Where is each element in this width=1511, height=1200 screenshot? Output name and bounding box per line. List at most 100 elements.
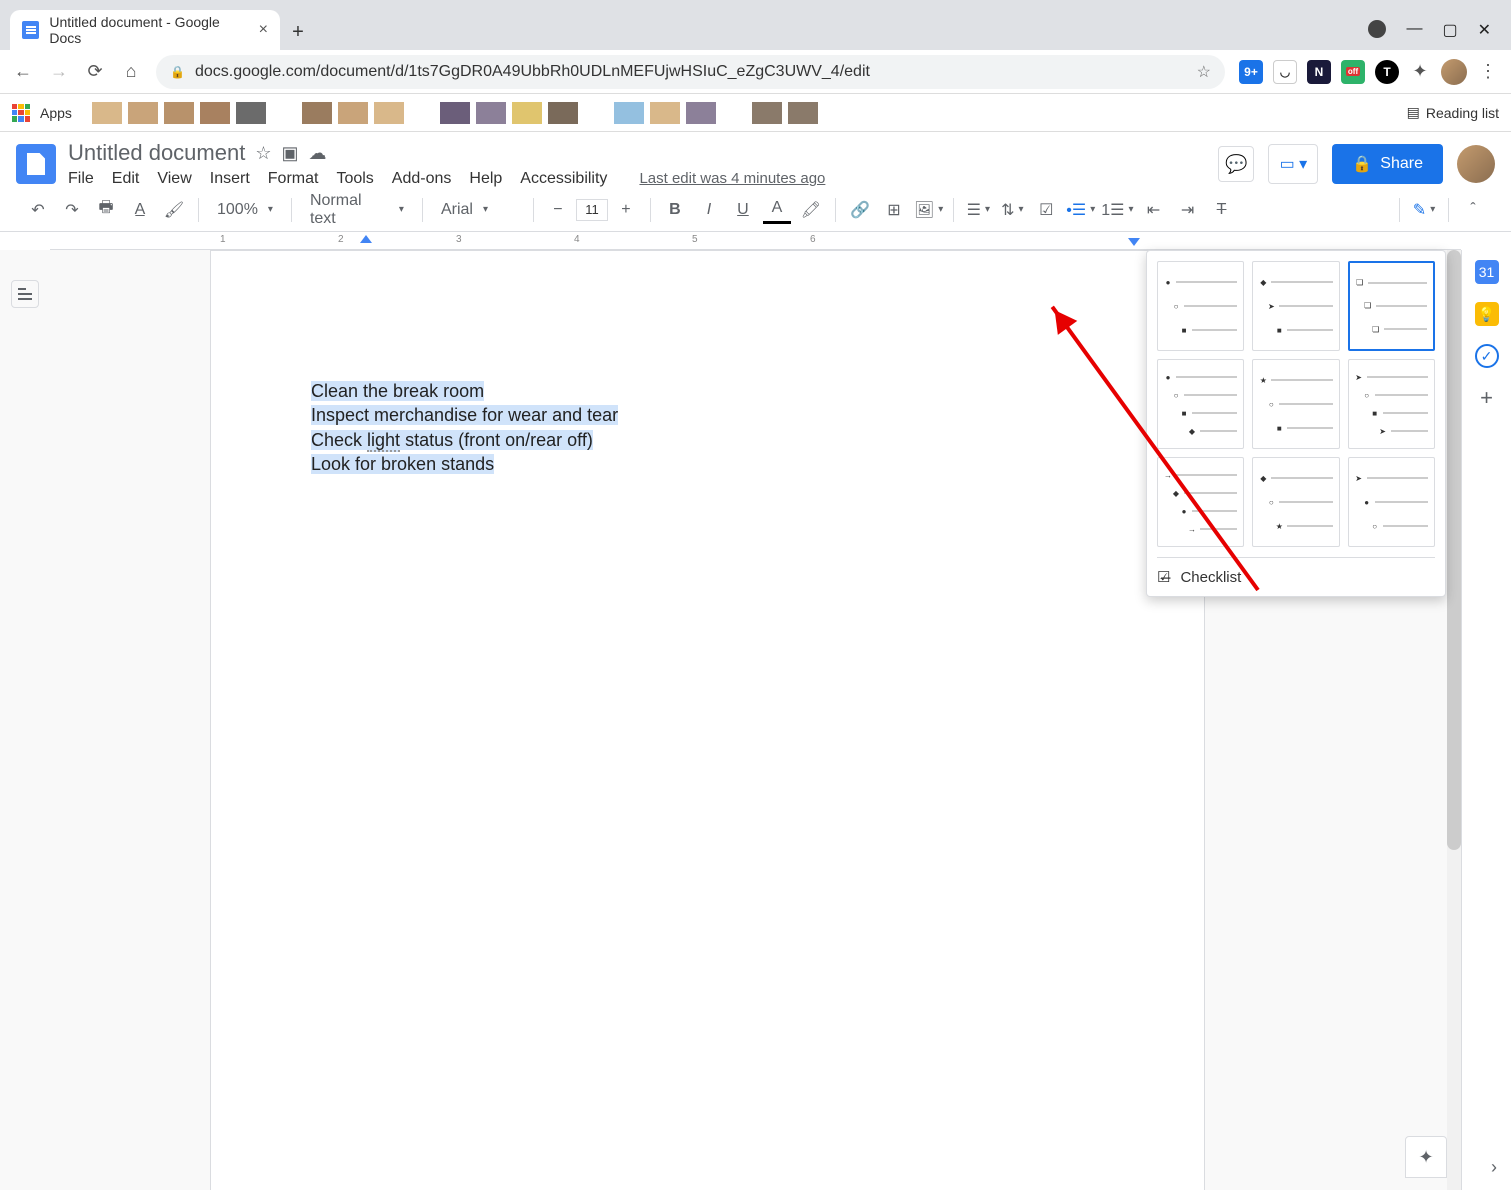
increase-font-icon[interactable]: + — [612, 196, 640, 224]
back-icon[interactable]: ← — [12, 61, 34, 83]
cloud-status-icon[interactable]: ☁ — [308, 143, 326, 164]
explore-button[interactable]: ✦ — [1405, 1136, 1447, 1178]
italic-icon[interactable]: I — [695, 196, 723, 224]
bullet-option-4[interactable]: ●○■◆ — [1157, 359, 1244, 449]
apps-label[interactable]: Apps — [40, 105, 72, 121]
menu-help[interactable]: Help — [469, 170, 502, 188]
insert-link-icon[interactable]: 🔗 — [846, 196, 874, 224]
font-size-input[interactable] — [576, 199, 608, 221]
redo-icon[interactable]: ↷ — [58, 196, 86, 224]
browser-tab[interactable]: Untitled document - Google Docs × — [10, 10, 280, 50]
left-indent-marker[interactable] — [360, 235, 372, 243]
checklist-toolbar-icon[interactable]: ☑ — [1032, 196, 1060, 224]
insert-comment-icon[interactable]: ⊞ — [880, 196, 908, 224]
align-icon[interactable]: ☰ — [964, 196, 992, 224]
ext-n-icon[interactable]: N — [1307, 60, 1331, 84]
bullet-option-1[interactable]: ●○■ — [1157, 261, 1244, 351]
increase-indent-icon[interactable]: ⇥ — [1174, 196, 1202, 224]
content-line[interactable]: Look for broken stands — [311, 452, 1104, 476]
bookmark-folder[interactable] — [686, 102, 716, 124]
calendar-icon[interactable]: 31 — [1475, 260, 1499, 284]
present-button[interactable]: ▭ ▾ — [1268, 144, 1318, 184]
menu-format[interactable]: Format — [268, 170, 319, 188]
bookmark-folder[interactable] — [650, 102, 680, 124]
add-addon-icon[interactable]: + — [1475, 386, 1499, 410]
bold-icon[interactable]: B — [661, 196, 689, 224]
minimize-icon[interactable]: — — [1406, 20, 1422, 40]
line-spacing-icon[interactable]: ⇅ — [998, 196, 1026, 224]
menu-accessibility[interactable]: Accessibility — [520, 170, 607, 188]
url-input[interactable]: 🔒 docs.google.com/document/d/1ts7GgDR0A4… — [156, 55, 1225, 89]
bookmark-star-icon[interactable]: ☆ — [1197, 62, 1211, 82]
menu-tools[interactable]: Tools — [336, 170, 373, 188]
chrome-menu-icon[interactable]: ⋮ — [1477, 61, 1499, 83]
paint-format-icon[interactable]: 🖌 — [160, 196, 188, 224]
text-color-icon[interactable]: A — [763, 196, 791, 224]
bookmark-folder[interactable] — [788, 102, 818, 124]
decrease-font-icon[interactable]: − — [544, 196, 572, 224]
undo-icon[interactable]: ↶ — [24, 196, 52, 224]
content-line[interactable]: Clean the break room — [311, 379, 1104, 403]
home-icon[interactable]: ⌂ — [120, 61, 142, 83]
collapse-toolbar-icon[interactable]: ˆ — [1459, 196, 1487, 224]
bookmark-folder[interactable] — [440, 102, 470, 124]
move-document-icon[interactable]: ▣ — [281, 143, 298, 164]
bookmark-folder[interactable] — [128, 102, 158, 124]
clear-formatting-icon[interactable]: T — [1208, 196, 1236, 224]
menu-insert[interactable]: Insert — [210, 170, 250, 188]
content-line[interactable]: Inspect merchandise for wear and tear — [311, 403, 1104, 427]
numbered-list-icon[interactable]: 1☰ — [1101, 196, 1133, 224]
comment-history-icon[interactable]: 💬 — [1218, 146, 1254, 182]
highlight-color-icon[interactable]: 🖍 — [797, 196, 825, 224]
bookmark-folder[interactable] — [164, 102, 194, 124]
close-window-icon[interactable]: ✕ — [1478, 20, 1491, 40]
extensions-puzzle-icon[interactable]: ✦ — [1409, 61, 1431, 83]
print-icon[interactable]: 🖶 — [92, 196, 120, 224]
bookmark-folder[interactable] — [236, 102, 266, 124]
bookmark-folder[interactable] — [614, 102, 644, 124]
menu-view[interactable]: View — [157, 170, 191, 188]
ext-pocket-icon[interactable]: ◡ — [1273, 60, 1297, 84]
bookmark-folder[interactable] — [752, 102, 782, 124]
bookmark-folder[interactable] — [548, 102, 578, 124]
bullet-option-5[interactable]: ★○■ — [1252, 359, 1339, 449]
new-tab-button[interactable]: + — [280, 14, 316, 50]
bookmark-folder[interactable] — [338, 102, 368, 124]
document-title[interactable]: Untitled document — [68, 140, 245, 166]
bullet-option-3[interactable]: ❏❏❏ — [1348, 261, 1435, 351]
document-page[interactable]: Clean the break room Inspect merchandise… — [210, 250, 1205, 1190]
editing-mode-icon[interactable]: ✎ — [1410, 196, 1438, 224]
spellcheck-icon[interactable]: A̲ — [126, 196, 154, 224]
bookmark-folder[interactable] — [374, 102, 404, 124]
checklist-menu-item[interactable]: ☑̶ Checklist — [1157, 557, 1435, 586]
account-avatar[interactable] — [1457, 145, 1495, 183]
docs-logo-icon[interactable] — [16, 144, 56, 184]
ext-t-icon[interactable]: T — [1375, 60, 1399, 84]
bullet-option-9[interactable]: ➤●○ — [1348, 457, 1435, 547]
apps-grid-icon[interactable] — [12, 104, 30, 122]
ext-off-icon[interactable]: off — [1341, 60, 1365, 84]
profile-avatar[interactable] — [1441, 59, 1467, 85]
forward-icon[interactable]: → — [48, 61, 70, 83]
horizontal-ruler[interactable]: 123456 — [50, 232, 1461, 250]
font-family-select[interactable]: Arial — [433, 201, 523, 219]
bullet-option-6[interactable]: ➤○■➤ — [1348, 359, 1435, 449]
reading-list-button[interactable]: ▤ Reading list — [1407, 104, 1499, 121]
menu-file[interactable]: File — [68, 170, 94, 188]
maximize-icon[interactable]: ▢ — [1442, 20, 1457, 40]
bullet-option-2[interactable]: ◆➤■ — [1252, 261, 1339, 351]
collapse-side-panel-icon[interactable]: › — [1491, 1157, 1497, 1178]
paragraph-style-select[interactable]: Normal text — [302, 192, 412, 228]
underline-icon[interactable]: U — [729, 196, 757, 224]
close-tab-icon[interactable]: × — [259, 21, 268, 39]
zoom-select[interactable]: 100% — [209, 201, 281, 219]
bookmark-folder[interactable] — [476, 102, 506, 124]
ext-translate-icon[interactable]: 9+ — [1239, 60, 1263, 84]
decrease-indent-icon[interactable]: ⇤ — [1140, 196, 1168, 224]
show-outline-icon[interactable] — [11, 280, 39, 308]
bookmark-folder[interactable] — [200, 102, 230, 124]
bullet-option-8[interactable]: ◆○★ — [1252, 457, 1339, 547]
share-button[interactable]: 🔒 Share — [1332, 144, 1443, 184]
menu-add-ons[interactable]: Add-ons — [392, 170, 452, 188]
tasks-icon[interactable]: ✓ — [1475, 344, 1499, 368]
